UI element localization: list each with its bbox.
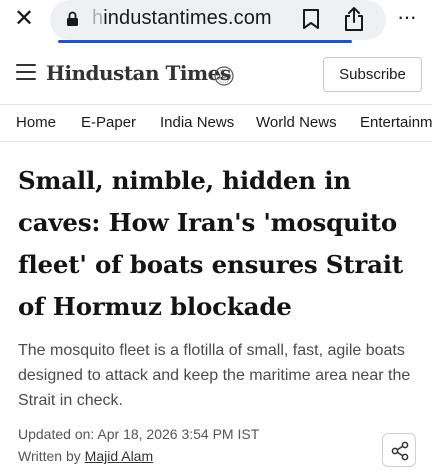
article-summary: The mosquito fleet is a flotilla of smal… — [18, 342, 411, 409]
lock-icon — [67, 11, 78, 26]
bookmark-icon[interactable] — [302, 8, 320, 30]
share-article-button[interactable] — [382, 433, 416, 467]
centenary-badge-icon: 100 — [214, 66, 234, 86]
share-nodes-icon — [391, 441, 409, 461]
hamburger-menu-icon[interactable] — [16, 64, 36, 82]
article-byline: Written by Majid Alam — [18, 448, 154, 464]
page-load-progress — [58, 40, 352, 43]
share-icon[interactable] — [343, 6, 365, 32]
nav-item-home[interactable]: Home — [16, 114, 56, 131]
nav-item-epaper[interactable]: E-Paper — [81, 114, 136, 131]
more-options-icon[interactable]: ··· — [397, 4, 417, 30]
site-logo[interactable]: Hindustan Times — [46, 61, 231, 85]
section-nav: Home E-Paper India News World News Enter… — [0, 104, 432, 142]
nav-item-entertainment[interactable]: Entertainme — [360, 114, 432, 131]
subscribe-button[interactable]: Subscribe — [323, 57, 422, 92]
svg-text:100: 100 — [217, 73, 231, 81]
url-text: hindustantimes.com — [92, 7, 272, 29]
close-icon[interactable]: ✕ — [12, 6, 36, 30]
article-headline: Small, nimble, hidden in caves: How Iran… — [18, 166, 404, 321]
article-timestamp: Updated on: Apr 18, 2026 3:54 PM IST — [18, 426, 260, 442]
address-bar[interactable]: hindustantimes.com — [50, 0, 386, 40]
nav-item-india-news[interactable]: India News — [160, 114, 234, 131]
browser-toolbar: ✕ hindustantimes.com ··· — [0, 0, 432, 50]
author-link[interactable]: Majid Alam — [85, 448, 153, 464]
nav-item-world-news[interactable]: World News — [256, 114, 337, 131]
